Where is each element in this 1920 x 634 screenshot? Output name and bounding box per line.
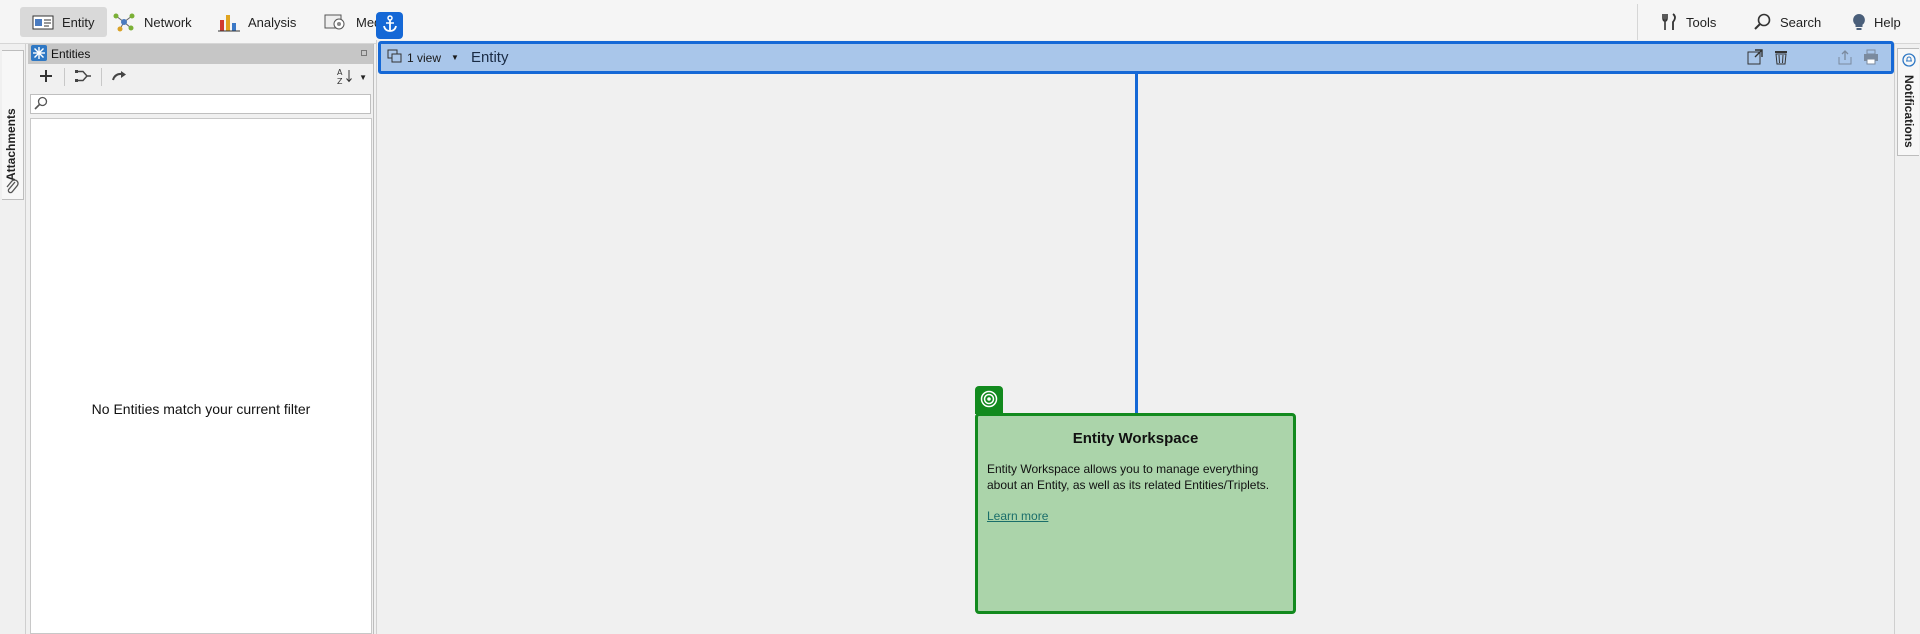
link-entities-button[interactable] xyxy=(69,66,97,88)
print-icon[interactable] xyxy=(1863,49,1879,68)
bar-chart-icon xyxy=(218,12,240,32)
chevron-down-icon: ▼ xyxy=(359,73,367,82)
svg-text:Z: Z xyxy=(337,77,343,85)
entities-panel: Entities AZ ▼ No Entities match your cur… xyxy=(28,44,374,634)
entities-search-input[interactable] xyxy=(48,96,370,112)
help-menu-button[interactable]: Help xyxy=(1840,7,1913,37)
entities-panel-header: Entities xyxy=(28,44,373,64)
attachments-tab-label: Attachments xyxy=(4,108,18,181)
entity-card-icon xyxy=(32,14,54,30)
sort-button[interactable]: AZ ▼ xyxy=(337,67,367,88)
tools-icon xyxy=(1662,13,1678,31)
card-title: Entity Workspace xyxy=(1072,430,1199,447)
notifications-tab[interactable]: Notifications xyxy=(1897,48,1919,156)
main-menu-bar: Entity Network Analysis Med Tools Search xyxy=(0,0,1920,44)
help-menu-label: Help xyxy=(1874,14,1901,30)
toolbar-divider xyxy=(101,68,102,86)
views-count-label: 1 view xyxy=(407,50,442,65)
analysis-menu-button[interactable]: Analysis xyxy=(206,7,308,37)
card-connector-line xyxy=(1135,74,1138,415)
left-tab-strip: Attachments xyxy=(0,44,26,634)
entities-list: No Entities match your current filter xyxy=(30,118,372,634)
anchor-badge[interactable] xyxy=(376,12,403,39)
chevron-down-icon: ▼ xyxy=(451,53,459,62)
tools-menu-label: Tools xyxy=(1686,14,1717,30)
learn-more-link[interactable]: Learn more xyxy=(987,509,1048,523)
entities-snowflake-icon xyxy=(31,44,47,64)
empty-list-message: No Entities match your current filter xyxy=(91,401,311,417)
entity-view-bar: 1 view ▼ Entity xyxy=(378,41,1894,74)
analysis-menu-label: Analysis xyxy=(248,14,297,30)
entity-menu-button[interactable]: Entity xyxy=(20,7,107,37)
search-icon xyxy=(34,96,48,113)
search-icon xyxy=(1754,13,1772,31)
right-tab-strip: Notifications xyxy=(1894,44,1920,634)
notification-bell-icon xyxy=(1902,53,1916,70)
menu-divider xyxy=(1637,4,1638,40)
network-graph-icon xyxy=(112,12,136,32)
entity-menu-label: Entity xyxy=(62,14,95,30)
network-menu-button[interactable]: Network xyxy=(100,7,204,37)
media-icon xyxy=(324,12,348,32)
trash-icon[interactable] xyxy=(1773,49,1789,68)
paperclip-icon xyxy=(5,179,19,198)
tools-menu-button[interactable]: Tools xyxy=(1650,7,1728,37)
anchor-icon xyxy=(382,15,398,36)
sort-az-icon: AZ xyxy=(337,67,353,88)
lightbulb-icon xyxy=(1852,13,1866,31)
share-icon[interactable] xyxy=(1837,49,1853,68)
svg-text:A: A xyxy=(337,68,343,77)
view-bar-actions xyxy=(1747,49,1879,68)
target-icon xyxy=(980,390,998,411)
network-menu-label: Network xyxy=(144,14,192,30)
workspace-card-badge xyxy=(975,386,1003,414)
notifications-tab-label: Notifications xyxy=(1902,75,1916,148)
redo-button[interactable] xyxy=(106,66,134,88)
entities-toolbar: AZ ▼ xyxy=(28,64,373,90)
entities-panel-title: Entities xyxy=(51,47,91,61)
toolbar-divider xyxy=(64,68,65,86)
branch-icon xyxy=(74,69,92,86)
pin-panel-icon[interactable] xyxy=(361,50,367,56)
plus-icon xyxy=(39,69,53,86)
open-external-icon[interactable] xyxy=(1747,49,1763,68)
add-entity-button[interactable] xyxy=(32,66,60,88)
search-menu-button[interactable]: Search xyxy=(1742,7,1833,37)
attachments-tab[interactable]: Attachments xyxy=(2,50,24,200)
views-stack-icon xyxy=(387,49,403,66)
card-description: Entity Workspace allows you to manage ev… xyxy=(987,462,1270,492)
search-menu-label: Search xyxy=(1780,14,1822,30)
views-dropdown[interactable]: 1 view ▼ xyxy=(387,49,459,66)
redo-arrow-icon xyxy=(111,70,129,85)
media-menu-button[interactable]: Med xyxy=(312,7,381,37)
entities-search-box[interactable] xyxy=(30,94,371,114)
view-title: Entity xyxy=(470,49,509,66)
entity-workspace-card: Entity Workspace Entity Workspace allows… xyxy=(975,413,1296,614)
